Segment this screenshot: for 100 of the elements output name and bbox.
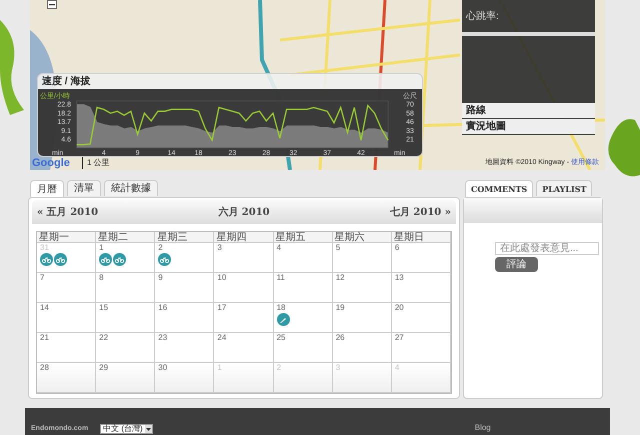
day-number: 4 [394,363,400,373]
day-number: 9 [158,273,164,283]
tab[interactable]: 清單 [67,180,101,196]
calendar-day-cell[interactable]: 26 [332,333,392,363]
map-scale: 1 公里 [82,157,110,169]
day-number: 11 [276,273,286,283]
calendar-day-cell[interactable]: 24 [214,333,274,363]
calendar-day-cell[interactable]: 18 [274,303,333,333]
day-number: 21 [40,333,50,343]
tab[interactable]: PLAYLIST [536,180,592,196]
workout-button[interactable] [99,253,112,266]
month-title: 六月 2010 [218,205,270,220]
calendar-day-cell[interactable]: 23 [155,333,214,363]
zoom-out-button[interactable] [47,0,57,9]
comment-button[interactable]: 評論 [495,257,538,272]
bicycle-icon [42,256,51,263]
workout-button[interactable] [40,253,53,266]
calendar-day-cell[interactable]: 19 [332,303,392,333]
day-number: 22 [99,333,110,343]
heart-rate-label: 心跳率: [466,11,499,22]
day-number: 26 [336,333,346,343]
tab[interactable]: COMMENTS [465,180,534,197]
calendar-day-cell[interactable]: 29 [96,363,156,393]
calendar-day-cell[interactable]: 3 [214,243,274,273]
bicycle-icon [56,256,65,263]
day-number: 23 [158,333,168,343]
calendar-day-cell[interactable]: 10 [214,273,274,303]
workout-button[interactable] [54,253,67,266]
day-number: 29 [99,363,110,373]
calendar-day-cell[interactable]: 2 [155,243,214,273]
weekday-header: 星期三 [155,232,214,243]
bicycle-icon [115,256,124,263]
tab[interactable]: 統計數據 [104,180,158,196]
minus-icon [49,4,55,6]
calendar-day-cell[interactable]: 27 [392,333,451,363]
day-number: 13 [394,273,405,283]
day-number: 19 [336,303,346,313]
tab[interactable]: 月曆 [30,180,64,197]
calendar-day-cell[interactable]: 14 [37,303,96,333]
weekday-header: 星期五 [274,232,333,243]
weekday-header: 星期四 [214,232,274,243]
weekday-header: 星期一 [37,232,96,243]
workout-button[interactable] [113,253,126,266]
footer-link[interactable]: Blog [474,422,491,434]
calendar-day-cell[interactable]: 8 [96,273,156,303]
previous-month-link[interactable]: « 五月 2010 [37,204,98,220]
day-number: 31 [40,243,50,253]
panel-title: 速度 / 海拔 [42,74,90,89]
next-month-link[interactable]: 七月 2010 » [390,204,451,220]
day-number: 28 [40,363,50,373]
panel-menu-item[interactable]: 實況地圖 [462,119,595,134]
day-number: 2 [276,363,282,373]
calendar-day-cell[interactable]: 21 [37,333,96,363]
calendar-day-cell[interactable]: 25 [274,333,333,363]
calendar-day-cell[interactable]: 30 [155,363,214,393]
panel-menu-item[interactable]: 路線 [462,103,595,118]
bicycle-icon [101,256,110,263]
calendar-day-cell[interactable]: 5 [332,243,392,273]
calendar-day-cell[interactable]: 20 [392,303,451,333]
day-number: 25 [276,333,286,343]
day-number: 15 [99,303,110,313]
day-number: 27 [394,333,405,343]
calendar-day-cell[interactable]: 9 [155,273,214,303]
weekday-header: 星期日 [392,232,451,243]
calendar-day-cell[interactable]: 16 [155,303,214,333]
day-number: 12 [336,273,346,283]
calendar-day-cell[interactable]: 12 [332,273,392,303]
day-number: 6 [394,243,400,253]
workout-button[interactable] [276,313,290,326]
day-number: 24 [217,333,228,343]
calendar-day-cell[interactable]: 22 [96,333,156,363]
day-number: 3 [217,243,223,253]
weekday-header: 星期六 [332,232,392,243]
calendar-day-cell[interactable]: 17 [214,303,274,333]
calendar-day-cell[interactable]: 4 [274,243,333,273]
calendar-day-cell[interactable]: 1 [96,243,156,273]
bicycle-icon [160,256,170,263]
calendar-day-cell[interactable]: 28 [37,363,96,393]
calendar-day-cell[interactable]: 7 [37,273,96,303]
day-number: 5 [336,243,342,253]
day-number: 2 [158,243,164,253]
calendar-day-cell[interactable]: 6 [392,243,451,273]
day-number: 30 [158,363,168,373]
day-number: 1 [217,363,223,373]
day-number: 20 [394,303,405,313]
day-number: 14 [40,303,50,313]
calendar-day-cell[interactable]: 13 [392,273,451,303]
day-number: 16 [158,303,168,313]
shoe-icon [279,316,288,324]
day-number: 4 [276,243,282,253]
day-number: 3 [336,363,342,373]
workout-button[interactable] [158,253,172,266]
day-number: 10 [217,273,228,283]
calendar-day-cell[interactable]: 11 [274,273,333,303]
comment-input[interactable]: 在此處發表意見... [495,242,599,255]
day-number: 17 [217,303,228,313]
day-number: 18 [276,303,286,313]
day-number: 7 [40,273,46,283]
calendar-day-cell[interactable]: 15 [96,303,156,333]
language-select[interactable]: 中文 (台灣) [100,424,153,434]
